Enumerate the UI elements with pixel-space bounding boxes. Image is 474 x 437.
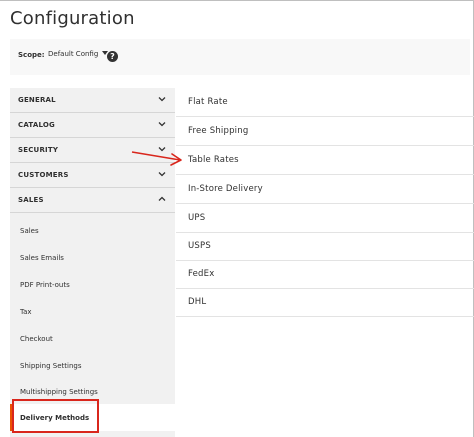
scope-bar: Scope: Default Config ? [10, 39, 470, 75]
chevron-down-icon [158, 122, 166, 127]
chevron-down-icon [158, 97, 166, 102]
sidebar-item-label: Sales [20, 227, 39, 235]
scope-label: Scope: [18, 51, 45, 59]
sidebar-item-sales-emails[interactable]: Sales Emails [10, 244, 175, 271]
annotation-highlight-box [12, 399, 99, 433]
sidebar-item-label: Sales Emails [20, 254, 64, 262]
method-flat-rate[interactable]: Flat Rate [176, 88, 474, 117]
section-label: CATALOG [18, 121, 55, 129]
page-title: Configuration [10, 8, 135, 29]
method-label: Table Rates [188, 155, 239, 165]
sidebar-item-label: PDF Print-outs [20, 281, 70, 289]
sidebar-item-sales[interactable]: Sales [10, 217, 175, 244]
method-label: FedEx [188, 269, 215, 279]
sidebar-item-tax[interactable]: Tax [10, 298, 175, 325]
chevron-up-icon [158, 196, 166, 201]
sidebar-section-sales[interactable]: SALES [10, 188, 175, 213]
annotation-arrow-icon [131, 151, 182, 166]
section-label: CUSTOMERS [18, 171, 69, 179]
sidebar-item-label: Checkout [20, 335, 53, 343]
scope-switcher[interactable]: Default Config [48, 50, 109, 58]
method-label: UPS [188, 213, 206, 223]
sidebar-section-general[interactable]: GENERAL [10, 88, 175, 113]
sidebar-item-label: Tax [20, 308, 32, 316]
method-ups[interactable]: UPS [176, 204, 474, 233]
method-label: Free Shipping [188, 126, 249, 136]
section-label: SECURITY [18, 146, 59, 154]
method-table-rates[interactable]: Table Rates [176, 146, 474, 175]
sidebar-item-pdf-print-outs[interactable]: PDF Print-outs [10, 271, 175, 298]
sidebar-item-shipping-settings[interactable]: Shipping Settings [10, 352, 175, 379]
method-dhl[interactable]: DHL [176, 288, 474, 317]
sidebar-item-checkout[interactable]: Checkout [10, 325, 175, 352]
section-label: SALES [18, 196, 44, 204]
method-label: USPS [188, 241, 211, 251]
chevron-down-icon [158, 172, 166, 177]
sidebar-section-catalog[interactable]: CATALOG [10, 113, 175, 138]
help-icon[interactable]: ? [107, 51, 118, 62]
method-in-store-delivery[interactable]: In-Store Delivery [176, 175, 474, 204]
method-label: DHL [188, 297, 207, 307]
sidebar-item-label: Multishipping Settings [20, 388, 98, 396]
method-label: In-Store Delivery [188, 184, 263, 194]
section-label: GENERAL [18, 96, 56, 104]
config-sidebar: GENERAL CATALOG SECURITY CUSTOMERS SALES… [10, 88, 175, 437]
method-label: Flat Rate [188, 97, 228, 107]
method-free-shipping[interactable]: Free Shipping [176, 117, 474, 146]
method-fedex[interactable]: FedEx [176, 260, 474, 289]
method-usps[interactable]: USPS [176, 232, 474, 261]
scope-value: Default Config [48, 50, 99, 58]
sidebar-item-label: Shipping Settings [20, 362, 82, 370]
